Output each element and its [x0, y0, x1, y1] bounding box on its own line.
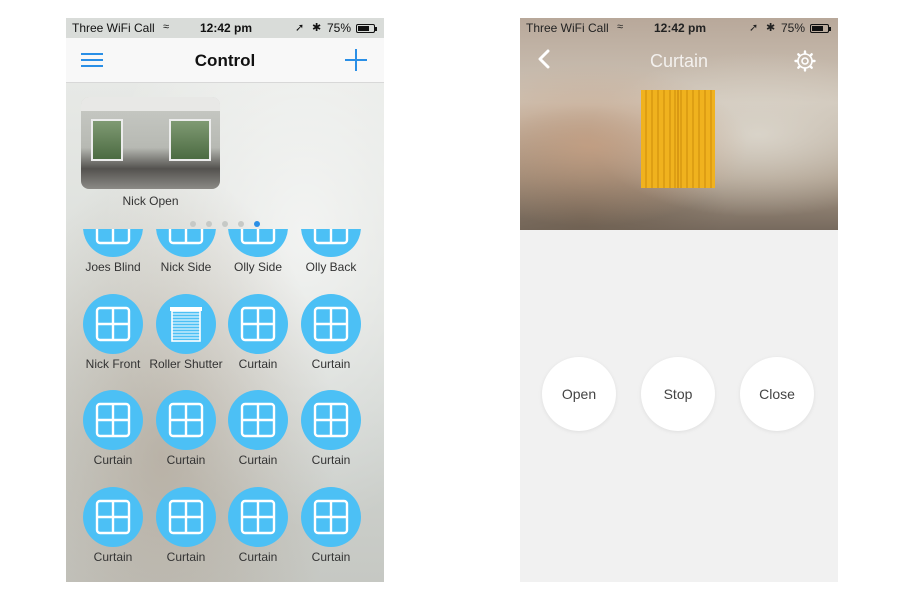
bluetooth-icon: ✱	[312, 22, 322, 34]
device-grid: Joes Blind Nick Side Olly Side Olly Back Nic…	[76, 229, 374, 582]
nav-bar: Control	[66, 38, 384, 83]
battery-icon	[356, 24, 377, 33]
device-tile[interactable]: Joes Blind	[76, 229, 150, 293]
page-dot[interactable]	[238, 221, 244, 227]
carrier-label: Three WiFi Call	[72, 21, 155, 35]
window-icon[interactable]	[83, 390, 143, 450]
device-label: Olly Back	[305, 260, 357, 274]
location-arrow-icon: ➚	[295, 22, 305, 34]
status-time: 12:42 pm	[654, 21, 707, 35]
window-icon[interactable]	[228, 294, 288, 354]
device-tile[interactable]: Curtain	[221, 294, 295, 390]
window-icon[interactable]	[301, 487, 361, 547]
carrier-label: Three WiFi Call	[526, 21, 609, 35]
window-icon[interactable]	[228, 229, 288, 257]
page-dot[interactable]	[190, 221, 196, 227]
curtain-hero	[520, 18, 838, 230]
window-icon[interactable]	[83, 487, 143, 547]
window-icon[interactable]	[228, 390, 288, 450]
device-tile[interactable]: Curtain	[221, 487, 295, 582]
camera-label: Nick Open	[122, 194, 179, 208]
page-indicator	[190, 221, 270, 229]
page-title: Curtain	[649, 51, 709, 71]
page-title: Control	[194, 51, 256, 70]
add-device-icon[interactable]	[345, 49, 367, 71]
wifi-icon: ≈	[617, 21, 624, 33]
settings-gear-icon[interactable]	[794, 50, 816, 72]
page-dot[interactable]	[254, 221, 260, 227]
device-tile[interactable]: Curtain	[294, 294, 368, 390]
status-bar: Three WiFi Call ≈ 12:42 pm ➚ ✱ 75%	[520, 18, 838, 38]
bluetooth-icon: ✱	[766, 22, 776, 34]
open-button[interactable]: Open	[542, 357, 616, 431]
window-icon[interactable]	[301, 390, 361, 450]
camera-thumbnail[interactable]	[81, 97, 220, 189]
curtain-screen: Three WiFi Call ≈ 12:42 pm ➚ ✱ 75% Curta…	[520, 18, 838, 582]
status-time: 12:42 pm	[200, 21, 253, 35]
device-tile[interactable]: Curtain	[294, 390, 368, 486]
page-dot[interactable]	[222, 221, 228, 227]
device-tile[interactable]: Curtain	[294, 487, 368, 582]
battery-icon	[810, 24, 831, 33]
device-tile[interactable]: Curtain	[76, 390, 150, 486]
battery-percent: 75%	[327, 21, 352, 35]
window-icon[interactable]	[156, 487, 216, 547]
battery-percent: 75%	[781, 21, 806, 35]
window-icon[interactable]	[156, 229, 216, 257]
device-tile[interactable]: Nick Side	[149, 229, 223, 293]
device-tile[interactable]: Curtain	[76, 487, 150, 582]
device-label: Curtain	[311, 357, 351, 371]
device-tile[interactable]: Curtain	[149, 390, 223, 486]
close-button[interactable]: Close	[740, 357, 814, 431]
curtain-illustration	[641, 90, 715, 188]
device-tile[interactable]: Roller Shutter	[149, 294, 223, 390]
window-icon[interactable]	[156, 390, 216, 450]
page-dot[interactable]	[206, 221, 212, 227]
control-screen: Three WiFi Call ≈ 12:42 pm ➚ ✱ 75% Contr…	[66, 18, 384, 582]
window-icon[interactable]	[301, 229, 361, 257]
window-icon[interactable]	[301, 294, 361, 354]
device-label: Curtain	[311, 550, 351, 564]
device-tile[interactable]: Curtain	[221, 390, 295, 486]
device-tile[interactable]: Olly Back	[294, 229, 368, 293]
device-tile[interactable]: Olly Side	[221, 229, 295, 293]
stop-button[interactable]: Stop	[641, 357, 715, 431]
location-arrow-icon: ➚	[749, 22, 759, 34]
wifi-icon: ≈	[163, 21, 170, 33]
roller-shutter-icon[interactable]	[156, 294, 216, 354]
device-tile[interactable]: Nick Front	[76, 294, 150, 390]
window-icon[interactable]	[83, 294, 143, 354]
window-icon[interactable]	[83, 229, 143, 257]
device-tile[interactable]: Curtain	[149, 487, 223, 582]
window-icon[interactable]	[228, 487, 288, 547]
status-bar: Three WiFi Call ≈ 12:42 pm ➚ ✱ 75%	[66, 18, 384, 38]
device-label: Curtain	[311, 453, 351, 467]
